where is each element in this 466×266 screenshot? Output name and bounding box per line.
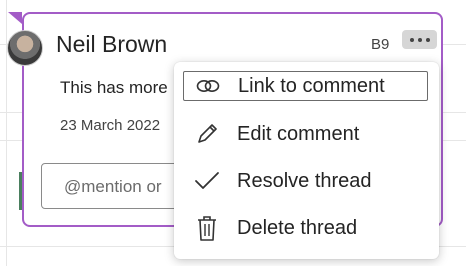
cell-reference: B9 [371,36,390,53]
more-options-button[interactable] [402,30,437,49]
menu-item-label: Link to comment [238,74,385,97]
menu-item-delete-thread[interactable]: Delete thread [183,213,428,243]
menu-item-link-to-comment[interactable]: Link to comment [183,71,428,101]
trash-icon [189,213,225,243]
link-icon [190,71,226,101]
pencil-icon [189,119,225,149]
avatar [7,30,43,66]
checkmark-icon [189,166,225,196]
comment-context-menu: Link to comment Edit comment Resolve thr… [174,62,439,259]
menu-item-resolve-thread[interactable]: Resolve thread [183,166,428,196]
comment-author: Neil Brown [56,31,168,57]
comment-text: This has more [60,78,168,97]
menu-item-edit-comment[interactable]: Edit comment [183,119,428,149]
menu-item-label: Delete thread [237,216,358,239]
more-options-icon [409,37,430,42]
menu-item-label: Resolve thread [237,169,372,192]
menu-item-label: Edit comment [237,122,360,145]
comment-date: 23 March 2022 [60,117,161,134]
